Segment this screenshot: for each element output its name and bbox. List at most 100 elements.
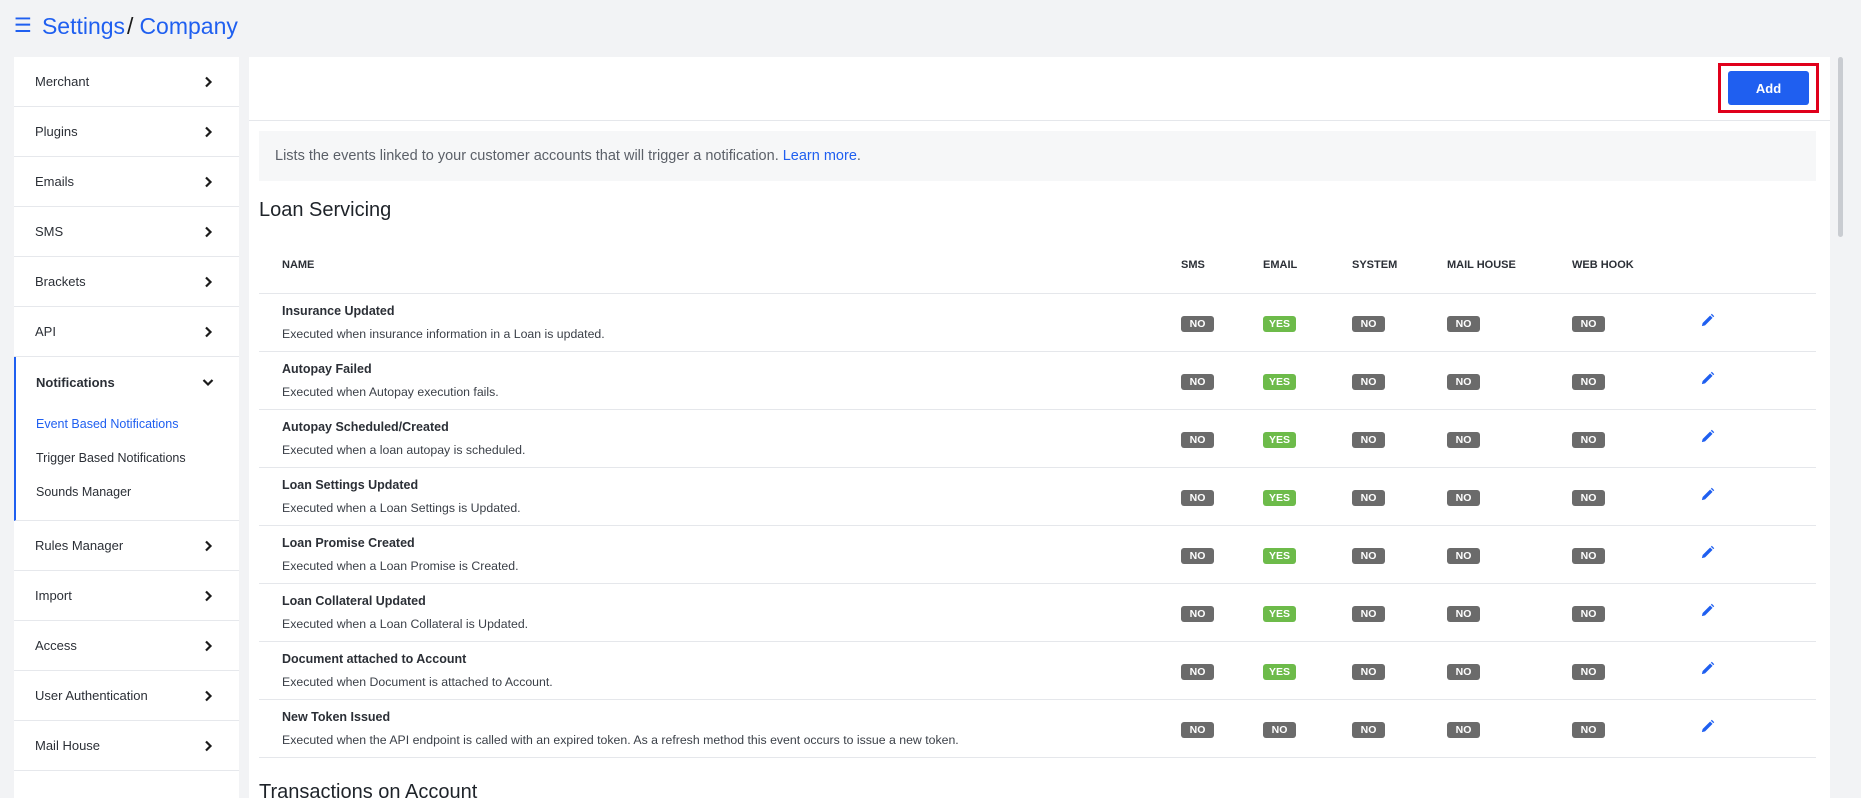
channel-cell: NO — [1447, 662, 1572, 680]
channel-cell: NO — [1447, 314, 1572, 332]
toolbar: Add — [249, 57, 1830, 121]
sidebar-item-user-authentication[interactable]: User Authentication — [14, 671, 239, 721]
chevron-right-icon — [201, 589, 215, 603]
event-description: Executed when the API endpoint is called… — [282, 733, 959, 747]
sidebar-item-sms[interactable]: SMS — [14, 207, 239, 257]
chevron-right-icon — [201, 125, 215, 139]
status-badge-sms: NO — [1181, 315, 1214, 332]
status-badge-system: NO — [1352, 315, 1385, 332]
sidebar-item-merchant[interactable]: Merchant — [14, 57, 239, 107]
status-badge-mail-house: NO — [1447, 431, 1480, 448]
sidebar-subitem-trigger-based-notifications[interactable]: Trigger Based Notifications — [16, 441, 239, 475]
status-badge-system: NO — [1352, 489, 1385, 506]
sidebar-item-notifications[interactable]: Notifications — [16, 357, 239, 407]
channel-cell: NO — [1447, 488, 1572, 506]
status-badge-mail-house: NO — [1447, 547, 1480, 564]
channel-cell: NO — [1352, 604, 1447, 622]
sidebar-item-label: Merchant — [35, 74, 90, 89]
status-badge-sms: NO — [1181, 489, 1214, 506]
sidebar-item-label: Notifications — [36, 374, 115, 390]
channel-cell: NO — [1572, 314, 1700, 332]
sidebar-item-mail-house[interactable]: Mail House — [14, 721, 239, 771]
sidebar-item-plugins[interactable]: Plugins — [14, 107, 239, 157]
table-row: Loan Collateral Updated Executed when a L… — [259, 584, 1816, 642]
status-badge-email: YES — [1263, 605, 1296, 622]
table-row: New Token Issued Executed when the API en… — [259, 700, 1816, 758]
channel-cell: NO — [1181, 604, 1263, 622]
sidebar-item-label: Plugins — [35, 124, 78, 139]
sidebar-item-import[interactable]: Import — [14, 571, 239, 621]
status-badge-mail-house: NO — [1447, 373, 1480, 390]
pencil-icon[interactable] — [1700, 487, 1715, 507]
edit-cell — [1700, 719, 1760, 739]
channel-cell: NO — [1447, 604, 1572, 622]
info-text: Lists the events linked to your customer… — [275, 148, 779, 164]
chevron-right-icon — [201, 175, 215, 189]
chevron-right-icon — [201, 275, 215, 289]
status-badge-system: NO — [1352, 721, 1385, 738]
chevron-right-icon — [201, 325, 215, 339]
status-badge-email: YES — [1263, 663, 1296, 680]
pencil-icon[interactable] — [1700, 719, 1715, 739]
channel-cell: NO — [1181, 720, 1263, 738]
channel-cell: YES — [1263, 430, 1352, 448]
sidebar-item-label: User Authentication — [35, 688, 148, 703]
status-badge-mail-house: NO — [1447, 489, 1480, 506]
main-panel: Add Lists the events linked to your cust… — [249, 57, 1830, 798]
status-badge-mail-house: NO — [1447, 663, 1480, 680]
channel-cell: NO — [1572, 430, 1700, 448]
status-badge-mail-house: NO — [1447, 605, 1480, 622]
status-badge-sms: NO — [1181, 547, 1214, 564]
pencil-icon[interactable] — [1700, 313, 1715, 333]
event-title: Loan Promise Created — [282, 536, 415, 550]
sidebar-item-emails[interactable]: Emails — [14, 157, 239, 207]
header-web-hook: WEB HOOK — [1572, 259, 1634, 271]
breadcrumb-company[interactable]: Company — [139, 13, 237, 40]
event-title: New Token Issued — [282, 710, 391, 724]
channel-cell: NO — [1181, 546, 1263, 564]
edit-cell — [1700, 661, 1760, 681]
status-badge-email: YES — [1263, 373, 1296, 390]
sidebar-item-access[interactable]: Access — [14, 621, 239, 671]
table-row: Document attached to Account Executed whe… — [259, 642, 1816, 700]
scrollbar[interactable] — [1838, 57, 1843, 237]
status-badge-web-hook: NO — [1572, 547, 1605, 564]
settings-sidebar: Merchant Plugins Emails SMS Brackets API… — [14, 57, 239, 798]
channel-cell: NO — [1352, 314, 1447, 332]
status-badge-web-hook: NO — [1572, 605, 1605, 622]
chevron-right-icon — [201, 75, 215, 89]
event-title: Autopay Scheduled/Created — [282, 420, 449, 434]
event-cell: Loan Promise Created Executed when a Loan… — [259, 536, 1181, 573]
pencil-icon[interactable] — [1700, 429, 1715, 449]
breadcrumb: ☰ Settings / Company — [14, 10, 238, 42]
section-title-loan-servicing: Loan Servicing — [259, 199, 392, 221]
table-header: NAME SMS EMAIL SYSTEM MAIL HOUSE WEB HOO… — [259, 237, 1816, 294]
sidebar-subitem-event-based-notifications[interactable]: Event Based Notifications — [16, 407, 239, 441]
channel-cell: NO — [1263, 720, 1352, 738]
pencil-icon[interactable] — [1700, 545, 1715, 565]
channel-cell: NO — [1352, 488, 1447, 506]
chevron-right-icon — [201, 539, 215, 553]
sidebar-item-label: Emails — [35, 174, 75, 189]
sidebar-subitem-sounds-manager[interactable]: Sounds Manager — [16, 475, 239, 509]
event-cell: Autopay Scheduled/Created Executed when a… — [259, 420, 1181, 457]
sidebar-group-notifications: Notifications Event Based Notifications … — [14, 357, 239, 521]
info-period: . — [856, 148, 861, 164]
add-button[interactable]: Add — [1728, 71, 1809, 105]
sidebar-item-brackets[interactable]: Brackets — [14, 257, 239, 307]
event-title: Document attached to Account — [282, 652, 467, 666]
sidebar-item-api[interactable]: API — [14, 307, 239, 357]
sidebar-item-label: API — [35, 324, 56, 339]
channel-cell: NO — [1181, 314, 1263, 332]
hamburger-icon[interactable]: ☰ — [14, 16, 32, 36]
breadcrumb-settings[interactable]: Settings — [42, 13, 125, 40]
pencil-icon[interactable] — [1700, 661, 1715, 681]
event-description: Executed when Document is attached to Ac… — [282, 675, 553, 689]
sidebar-item-rules-manager[interactable]: Rules Manager — [14, 521, 239, 571]
learn-more-link[interactable]: Learn more — [783, 148, 857, 164]
pencil-icon[interactable] — [1700, 371, 1715, 391]
pencil-icon[interactable] — [1700, 603, 1715, 623]
status-badge-sms: NO — [1181, 605, 1214, 622]
sidebar-item-label: Rules Manager — [35, 538, 124, 553]
event-cell: Insurance Updated Executed when insurance… — [259, 304, 1181, 341]
